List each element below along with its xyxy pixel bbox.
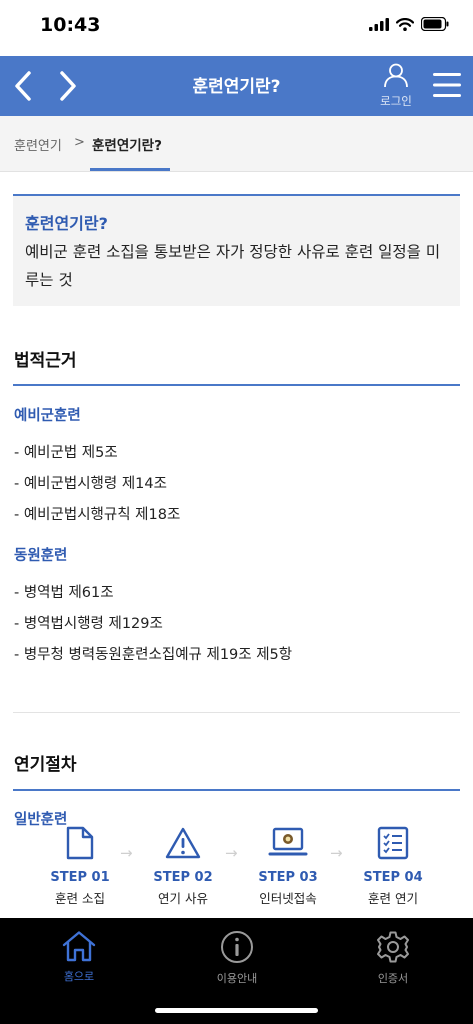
list-item: - 병역법 제61조 — [14, 585, 114, 601]
legal-basis-title: 법적근거 — [14, 351, 77, 371]
status-icons — [369, 17, 449, 31]
step-arrow: → — [120, 844, 133, 862]
login-button[interactable]: 로그인 — [372, 62, 420, 112]
warning-icon — [165, 827, 201, 859]
login-label: 로그인 — [380, 94, 412, 108]
step-label: STEP 02 — [153, 870, 213, 885]
reserve-training-subtitle: 예비군훈련 — [14, 408, 81, 424]
breadcrumb-current: 훈련연기란? — [92, 138, 162, 154]
breadcrumb-separator: > — [74, 135, 85, 150]
status-time: 10:43 — [40, 14, 101, 36]
hamburger-menu-icon — [433, 73, 461, 97]
step-2: STEP 02 연기 사유 — [138, 826, 228, 907]
laptop-icon — [268, 827, 308, 856]
mobilization-training-law-list: - 병역법 제61조 - 병역법시행령 제129조 - 병무청 병력동원훈련소집… — [14, 578, 292, 671]
definition-title: 훈련연기란? — [25, 214, 108, 233]
step-description: 인터넷접속 — [259, 891, 317, 906]
main-content[interactable]: 훈련연기란? 예비군 훈련 소집을 통보받은 자가 정당한 사유로 훈련 일정을… — [0, 172, 473, 918]
legal-basis-rule — [13, 384, 460, 386]
list-item: - 병역법시행령 제129조 — [14, 616, 163, 632]
step-label: STEP 03 — [258, 870, 318, 885]
home-icon — [62, 931, 96, 962]
home-indicator — [155, 1008, 318, 1013]
list-item: - 예비군법시행령 제14조 — [14, 476, 167, 492]
section-divider — [13, 712, 460, 713]
tab-info[interactable]: 이용안내 — [192, 930, 282, 986]
tab-home[interactable]: 홈으로 — [34, 930, 124, 984]
step-description: 훈련 소집 — [55, 891, 105, 906]
procedure-rule — [13, 789, 460, 791]
definition-text: 예비군 훈련 소집을 통보받은 자가 정당한 사유로 훈련 일정을 미루는 것 — [25, 243, 441, 289]
forward-button[interactable] — [55, 68, 81, 104]
mobilization-training-subtitle: 동원훈련 — [14, 548, 68, 564]
step-description: 훈련 연기 — [368, 891, 418, 906]
step-arrow: → — [330, 844, 343, 862]
tab-label: 홈으로 — [63, 970, 95, 983]
breadcrumb-parent-link[interactable]: 훈련연기 — [14, 135, 62, 154]
tab-label: 인증서 — [377, 972, 409, 985]
step-label: STEP 01 — [50, 870, 110, 885]
step-label: STEP 04 — [363, 870, 423, 885]
procedure-steps: STEP 01 훈련 소집 → STEP 02 연기 사유 → STEP 03 … — [0, 826, 473, 918]
step-4: STEP 04 훈련 연기 — [348, 826, 438, 907]
step-arrow: → — [225, 844, 238, 862]
wifi-icon — [396, 17, 414, 31]
status-bar: 10:43 — [0, 0, 473, 56]
signal-icon — [369, 17, 389, 31]
procedure-title: 연기절차 — [14, 755, 77, 775]
tab-label: 이용안내 — [216, 972, 258, 985]
list-item: - 병무청 병력동원훈련소집예규 제19조 제5항 — [14, 647, 293, 663]
definition-box: 훈련연기란? 예비군 훈련 소집을 통보받은 자가 정당한 사유로 훈련 일정을… — [13, 194, 460, 306]
list-item: - 예비군법시행규칙 제18조 — [14, 507, 181, 523]
back-button[interactable] — [10, 68, 36, 104]
battery-icon — [421, 17, 449, 31]
step-1: STEP 01 훈련 소집 — [35, 826, 125, 907]
step-description: 연기 사유 — [158, 891, 208, 906]
gear-icon — [377, 931, 409, 963]
document-icon — [66, 826, 94, 860]
breadcrumb: 훈련연기 > 훈련연기란? — [0, 116, 473, 172]
tab-certificate[interactable]: 인증서 — [348, 930, 438, 986]
chevron-right-icon — [60, 71, 76, 101]
checklist-icon — [377, 826, 409, 860]
chevron-left-icon — [15, 71, 31, 101]
top-navigation-bar: 훈련연기란? 로그인 — [0, 56, 473, 116]
menu-button[interactable] — [432, 71, 462, 99]
step-3: STEP 03 인터넷접속 — [243, 826, 333, 907]
list-item: - 예비군법 제5조 — [14, 445, 118, 461]
user-icon — [384, 63, 408, 88]
breadcrumb-active-underline — [90, 168, 170, 171]
reserve-training-law-list: - 예비군법 제5조 - 예비군법시행령 제14조 - 예비군법시행규칙 제18… — [14, 438, 180, 531]
info-icon — [221, 931, 253, 963]
